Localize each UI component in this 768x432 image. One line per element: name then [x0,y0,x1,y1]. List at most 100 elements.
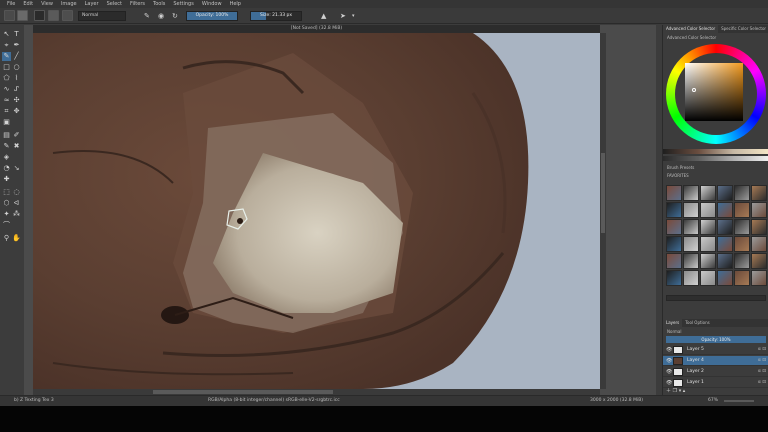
layer-lock-icon[interactable]: α ⊡ [758,379,766,387]
layer-lock-icon[interactable]: α ⊡ [758,368,766,376]
zoom-tool-icon[interactable]: ⚲ [2,234,11,243]
assistant-tool-icon[interactable]: ◔ [2,164,11,173]
rectangular-select-tool-icon[interactable]: ⬚ [2,188,11,197]
menu-file[interactable]: File [4,1,18,7]
brush-tag-select[interactable]: FAVORITES [667,173,689,178]
brush-preset-tile[interactable] [751,253,767,269]
layer-name[interactable]: Layer 1 [687,379,704,387]
brush-preset-tile[interactable] [717,270,733,286]
gradient-tool-icon[interactable]: ▤ [2,131,11,140]
ellipse-tool-icon[interactable]: ○ [12,63,21,72]
smart-patch-tool-icon[interactable]: ✖ [12,142,21,151]
menu-view[interactable]: View [38,1,56,7]
layer-name[interactable]: Layer 4 [687,357,704,365]
brush-preset-tile[interactable] [751,270,767,286]
blend-mode-select[interactable]: Normal [78,11,126,21]
eraser-icon[interactable]: ✎ [144,12,150,20]
move-layer-down-icon[interactable]: ▾ [679,388,682,394]
gradient-swatch[interactable] [48,10,59,21]
duplicate-layer-icon[interactable]: ❐ [673,388,677,394]
brush-preset-tile[interactable] [751,219,767,235]
rectangle-tool-icon[interactable]: □ [2,63,11,72]
brush-preset-tile[interactable] [734,236,750,252]
tab-tool-options[interactable]: Tool Options [682,319,712,327]
brush-preset-button[interactable] [34,10,45,21]
select-shapes-tool-icon[interactable]: ↖ [2,30,11,39]
brush-preset-tile[interactable] [683,185,699,201]
new-document-icon[interactable] [4,10,15,21]
layer-name[interactable]: Layer 5 [687,346,704,354]
eye-icon[interactable]: 👁 [666,380,672,386]
brush-preset-tile[interactable] [683,219,699,235]
alpha-lock-icon[interactable]: ◉ [158,12,164,20]
brush-preset-tile[interactable] [683,270,699,286]
colorize-mask-tool-icon[interactable]: ✎ [2,142,11,151]
pattern-swatch[interactable] [62,10,73,21]
tab-specific-color-selector[interactable]: Specific Color Selector [718,25,768,33]
eye-icon[interactable]: 👁 [666,347,672,353]
brush-search-input[interactable] [666,295,766,301]
freehand-select-tool-icon[interactable]: ᐊ [12,199,21,208]
brush-preset-tile[interactable] [734,253,750,269]
elliptical-select-tool-icon[interactable]: ◌ [12,188,21,197]
brush-preset-tile[interactable] [700,219,716,235]
brush-preset-tile[interactable] [751,185,767,201]
brush-preset-tile[interactable] [666,219,682,235]
brush-preset-tile[interactable] [734,185,750,201]
menu-help[interactable]: Help [227,1,244,7]
canvas-vertical-scrollbar[interactable] [600,33,606,389]
brush-preset-tile[interactable] [717,253,733,269]
multibrush-tool-icon[interactable]: ✣ [12,96,21,105]
line-tool-icon[interactable]: ╱ [12,52,21,61]
layer-lock-icon[interactable]: α ⊡ [758,346,766,354]
size-slider[interactable]: Size: 21.33 px [250,11,302,21]
layer-lock-icon[interactable]: α ⊡ [758,357,766,365]
bezier-select-tool-icon[interactable]: ⌒ [2,221,11,230]
contiguous-select-tool-icon[interactable]: ✦ [2,210,11,219]
layer-blend-mode-select[interactable]: Normal [667,329,681,334]
menu-edit[interactable]: Edit [20,1,36,7]
brush-preset-tile[interactable] [666,185,682,201]
brush-preset-tile[interactable] [734,202,750,218]
brush-preset-tile[interactable] [717,219,733,235]
reload-preset-icon[interactable]: ↻ [172,12,178,20]
layer-row[interactable]: 👁 Layer 5 α ⊡ [663,345,768,355]
color-marker[interactable] [692,88,696,92]
foreground-color-swatch[interactable] [17,10,28,21]
menu-layer[interactable]: Layer [82,1,102,7]
bezier-tool-icon[interactable]: ∿ [2,85,11,94]
status-zoom[interactable]: 67% [708,396,718,406]
reference-images-tool-icon[interactable]: ✚ [2,175,11,184]
menu-filters[interactable]: Filters [127,1,148,7]
layer-row-selected[interactable]: 👁 Layer 4 α ⊡ [663,356,768,366]
color-shades-strip[interactable] [663,156,768,161]
layer-name[interactable]: Layer 2 [687,368,704,376]
brush-preset-tile[interactable] [734,219,750,235]
edit-shapes-tool-icon[interactable]: ⌖ [2,41,11,50]
polygon-tool-icon[interactable]: ⬠ [2,74,11,83]
brush-preset-tile[interactable] [666,253,682,269]
mirror-vertical-icon[interactable]: ➤ [340,12,346,20]
brush-preset-tile[interactable] [734,270,750,286]
move-tool-icon[interactable]: ✥ [12,107,21,116]
layer-opacity-slider[interactable]: Opacity: 100% [666,336,766,343]
tab-advanced-color-selector[interactable]: Advanced Color Selector [663,25,719,33]
brush-preset-tile[interactable] [683,253,699,269]
menu-tools[interactable]: Tools [150,1,168,7]
brush-preset-tile[interactable] [700,202,716,218]
pan-tool-icon[interactable]: ✋ [12,234,21,243]
brush-preset-tile[interactable] [700,236,716,252]
add-layer-icon[interactable]: ＋ [666,388,671,394]
canvas-painting[interactable] [33,33,600,389]
measure-tool-icon[interactable]: ↘ [12,164,21,173]
brush-preset-tile[interactable] [751,202,767,218]
brush-preset-tile[interactable] [700,185,716,201]
brush-preset-tile[interactable] [683,236,699,252]
eye-icon[interactable]: 👁 [666,369,672,375]
menu-select[interactable]: Select [104,1,125,7]
menu-window[interactable]: Window [199,1,225,7]
text-tool-icon[interactable]: T [12,30,21,39]
move-layer-up-icon[interactable]: ▴ [683,388,686,394]
brush-preset-tile[interactable] [717,236,733,252]
brush-preset-tile[interactable] [683,202,699,218]
